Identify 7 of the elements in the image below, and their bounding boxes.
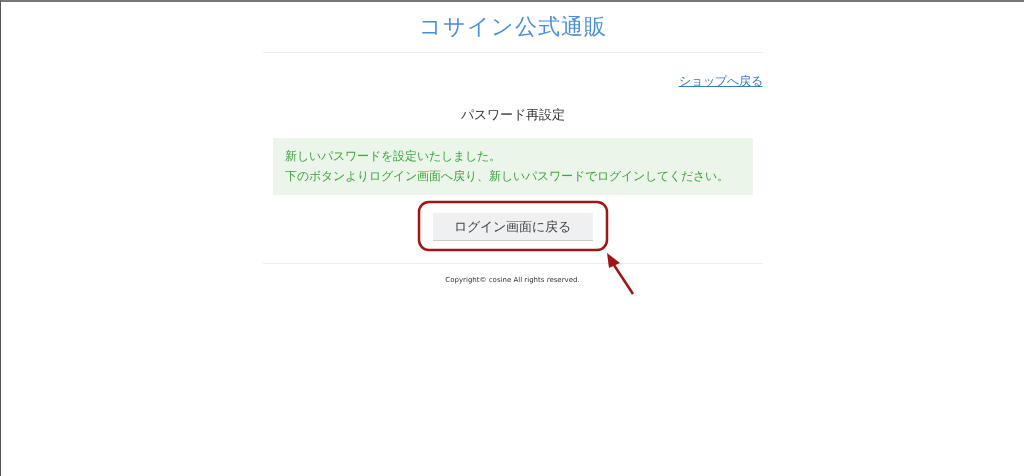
- annotation-arrow: [606, 253, 634, 295]
- message-line: 新しいパスワードを設定いたしました。: [284, 148, 502, 165]
- site-title: コサイン公式通販: [418, 13, 607, 41]
- page-heading: パスワード再設定: [460, 106, 565, 124]
- back-to-shop-link[interactable]: ショップへ戻る: [678, 73, 763, 90]
- message-line: 下のボタンよりログイン画面へ戻り、新しいパスワードでログインしてください。: [284, 168, 730, 185]
- back-to-login-button[interactable]: ログイン画面に戻る: [432, 213, 593, 241]
